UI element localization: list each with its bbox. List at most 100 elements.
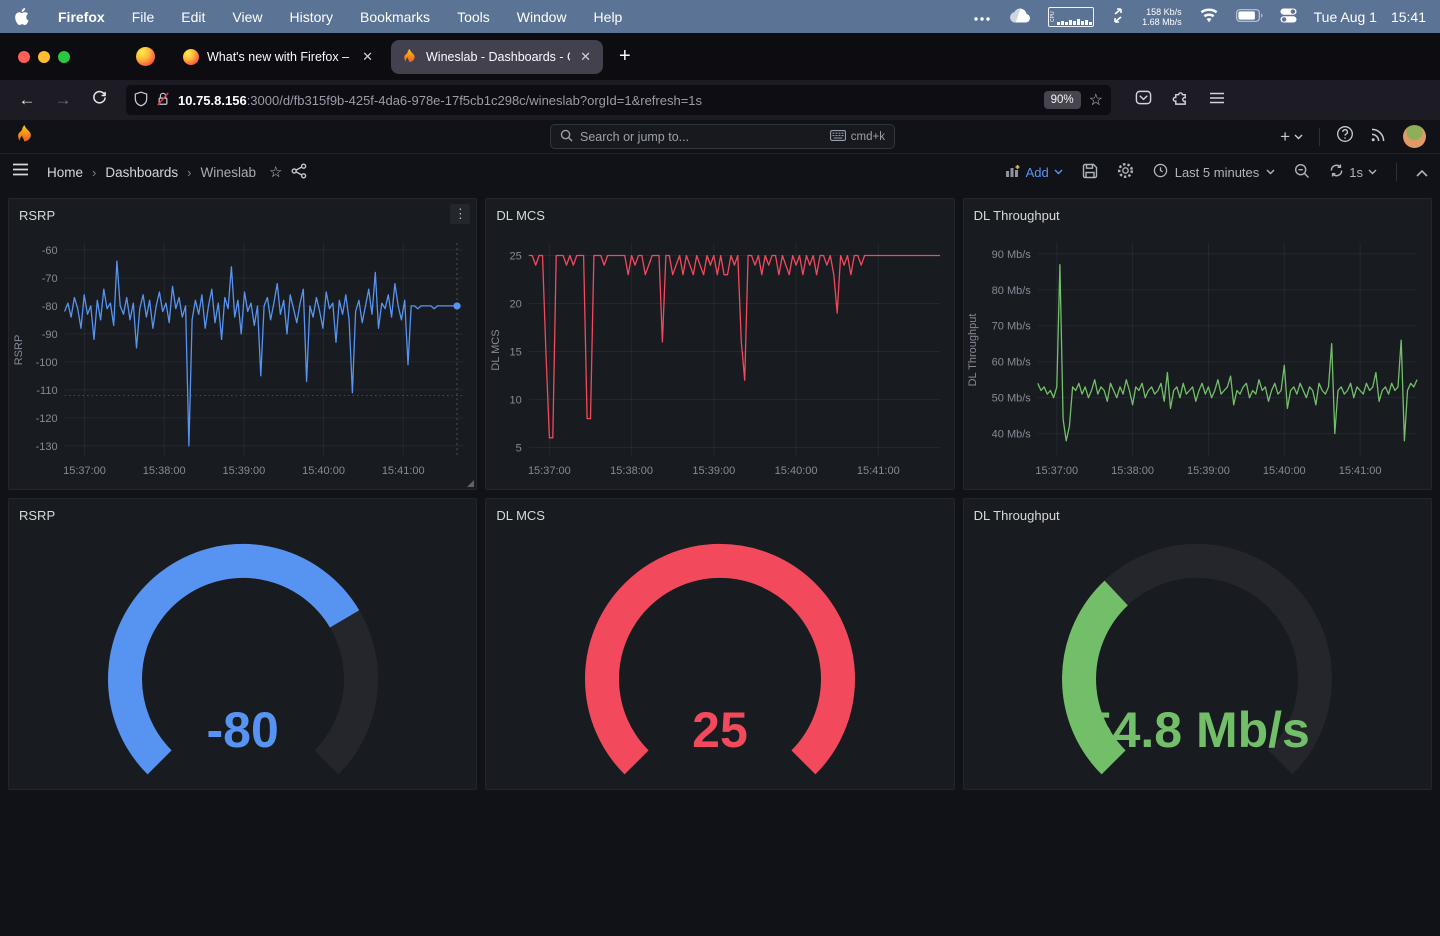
panel-rsrp-gauge[interactable]: RSRP -80: [8, 498, 477, 790]
svg-text:90 Mb/s: 90 Mb/s: [992, 249, 1032, 261]
grafana-logo-icon[interactable]: [14, 124, 35, 150]
new-menu-button[interactable]: +: [1280, 127, 1303, 147]
panel-dlmcs-gauge[interactable]: DL MCS 25: [485, 498, 954, 790]
url-bar[interactable]: 10.75.8.156:3000/d/fb315f9b-425f-4da6-97…: [126, 85, 1111, 115]
wifi-icon[interactable]: [1199, 8, 1219, 26]
back-button[interactable]: ←: [12, 90, 42, 110]
svg-text:40 Mb/s: 40 Mb/s: [992, 429, 1032, 441]
cpu-monitor-widget[interactable]: CPU: [1048, 7, 1094, 27]
dashboard-toolbar: Home › Dashboards › Wineslab ☆ Add Last …: [0, 154, 1440, 190]
shield-icon[interactable]: [134, 91, 148, 110]
menubar-clock[interactable]: Tue Aug 1 15:41: [1314, 9, 1426, 25]
minimize-window-button[interactable]: [38, 51, 50, 63]
dashboard-canvas: RSRP ⋮ -60-70-80-90-100-110-120-13015:37…: [0, 190, 1440, 798]
refresh-picker[interactable]: 1s: [1329, 163, 1377, 181]
battery-icon[interactable]: [1236, 9, 1263, 25]
save-dashboard-icon[interactable]: [1082, 163, 1098, 182]
panel-dlthroughput-gauge[interactable]: DL Throughput 54.8 Mb/s: [963, 498, 1432, 790]
panel-title[interactable]: DL MCS: [496, 508, 545, 523]
forward-button[interactable]: →: [48, 90, 78, 110]
dashboard-settings-gear-icon[interactable]: [1117, 162, 1134, 182]
search-input[interactable]: Search or jump to... cmd+k: [550, 124, 895, 149]
breadcrumb-wineslab[interactable]: Wineslab: [201, 165, 257, 180]
close-window-button[interactable]: [18, 51, 30, 63]
grafana-tab-favicon: [401, 48, 418, 65]
svg-text:15:40:00: 15:40:00: [302, 465, 345, 477]
firefox-logo-icon[interactable]: [136, 47, 155, 66]
svg-text:-130: -130: [35, 441, 57, 453]
svg-text:15:39:00: 15:39:00: [222, 465, 265, 477]
app-menu-hamburger-icon[interactable]: [1209, 91, 1225, 110]
svg-text:70 Mb/s: 70 Mb/s: [992, 321, 1032, 333]
time-range-picker[interactable]: Last 5 minutes: [1153, 163, 1276, 181]
user-avatar[interactable]: [1403, 125, 1426, 148]
svg-text:-60: -60: [41, 245, 57, 257]
tab-whats-new[interactable]: What's new with Firefox – More ✕: [173, 40, 385, 74]
apple-menu-icon[interactable]: [14, 8, 29, 25]
svg-text:15:38:00: 15:38:00: [1112, 465, 1155, 477]
new-tab-button[interactable]: +: [619, 45, 631, 68]
panel-menu-kebab-icon[interactable]: ⋮: [450, 204, 470, 224]
breadcrumb-dashboards[interactable]: Dashboards: [105, 165, 178, 180]
panel-title[interactable]: DL MCS: [496, 208, 545, 223]
dlmcs-chart[interactable]: 51015202515:37:0015:38:0015:39:0015:40:0…: [488, 229, 952, 485]
mega-menu-hamburger-icon[interactable]: [12, 163, 29, 181]
url-text: 10.75.8.156:3000/d/fb315f9b-425f-4da6-97…: [178, 93, 1036, 108]
svg-text:RSRP: RSRP: [13, 335, 25, 366]
news-rss-icon[interactable]: [1370, 126, 1387, 148]
reload-button[interactable]: [84, 90, 114, 110]
maximize-window-button[interactable]: [58, 51, 70, 63]
network-speed-readout[interactable]: 158 Kb/s 1.68 Mb/s: [1142, 7, 1182, 27]
svg-text:-70: -70: [41, 273, 57, 285]
dlthroughput-chart[interactable]: 40 Mb/s50 Mb/s60 Mb/s70 Mb/s80 Mb/s90 Mb…: [965, 229, 1429, 485]
help-icon[interactable]: [1336, 125, 1354, 148]
menubar-item-edit[interactable]: Edit: [181, 9, 205, 25]
zoom-out-time-icon[interactable]: [1294, 163, 1310, 182]
panel-dlthroughput-timeseries[interactable]: DL Throughput 40 Mb/s50 Mb/s60 Mb/s70 Mb…: [963, 198, 1432, 490]
menubar-item-view[interactable]: View: [232, 9, 262, 25]
breadcrumb: Home › Dashboards › Wineslab ☆: [47, 163, 307, 182]
close-tab-icon[interactable]: ✕: [578, 49, 593, 65]
control-center-icon[interactable]: [1280, 8, 1297, 26]
add-panel-button[interactable]: Add: [1005, 164, 1063, 181]
menubar-item-firefox[interactable]: Firefox: [58, 9, 105, 25]
svg-text:15: 15: [510, 346, 522, 358]
pocket-save-icon[interactable]: [1135, 89, 1152, 111]
panel-resize-handle[interactable]: [467, 480, 474, 487]
panel-title[interactable]: DL Throughput: [974, 508, 1060, 523]
svg-text:15:41:00: 15:41:00: [1339, 465, 1382, 477]
rsrp-chart[interactable]: -60-70-80-90-100-110-120-13015:37:0015:3…: [11, 229, 475, 485]
svg-text:15:39:00: 15:39:00: [692, 465, 735, 477]
overflow-dots-icon[interactable]: [973, 9, 991, 25]
svg-text:15:40:00: 15:40:00: [1263, 465, 1306, 477]
network-activity-arrows-icon[interactable]: [1111, 8, 1125, 26]
onedrive-cloud-icon[interactable]: [1008, 8, 1031, 26]
collapse-toolbar-caret-icon[interactable]: [1416, 165, 1428, 180]
bookmark-star-icon[interactable]: ☆: [1089, 90, 1103, 110]
svg-text:-100: -100: [35, 357, 57, 369]
panel-title[interactable]: DL Throughput: [974, 208, 1060, 223]
extensions-puzzle-icon[interactable]: [1172, 89, 1189, 111]
share-icon[interactable]: [291, 163, 307, 182]
favorite-star-icon[interactable]: ☆: [269, 163, 282, 181]
menubar-item-bookmarks[interactable]: Bookmarks: [360, 9, 430, 25]
svg-text:15:41:00: 15:41:00: [381, 465, 424, 477]
svg-text:10: 10: [510, 394, 522, 406]
panel-title[interactable]: RSRP: [19, 208, 55, 223]
search-shortcut: cmd+k: [851, 131, 885, 143]
zoom-level-badge[interactable]: 90%: [1044, 91, 1081, 109]
menubar-item-file[interactable]: File: [132, 9, 155, 25]
insecure-lock-icon[interactable]: [156, 91, 170, 110]
breadcrumb-home[interactable]: Home: [47, 165, 83, 180]
firefox-toolbar: ← → 10.75.8.156:3000/d/fb315f9b-425f-4da…: [0, 80, 1440, 120]
menubar-item-help[interactable]: Help: [594, 9, 623, 25]
panel-rsrp-timeseries[interactable]: RSRP ⋮ -60-70-80-90-100-110-120-13015:37…: [8, 198, 477, 490]
panel-dlmcs-timeseries[interactable]: DL MCS 51015202515:37:0015:38:0015:39:00…: [485, 198, 954, 490]
tab-wineslab-grafana[interactable]: Wineslab - Dashboards - Grafan ✕: [391, 40, 603, 74]
menubar-item-tools[interactable]: Tools: [457, 9, 490, 25]
menubar-item-history[interactable]: History: [289, 9, 333, 25]
menubar-item-window[interactable]: Window: [517, 9, 567, 25]
svg-text:15:41:00: 15:41:00: [857, 465, 900, 477]
panel-title[interactable]: RSRP: [19, 508, 55, 523]
close-tab-icon[interactable]: ✕: [360, 49, 375, 65]
